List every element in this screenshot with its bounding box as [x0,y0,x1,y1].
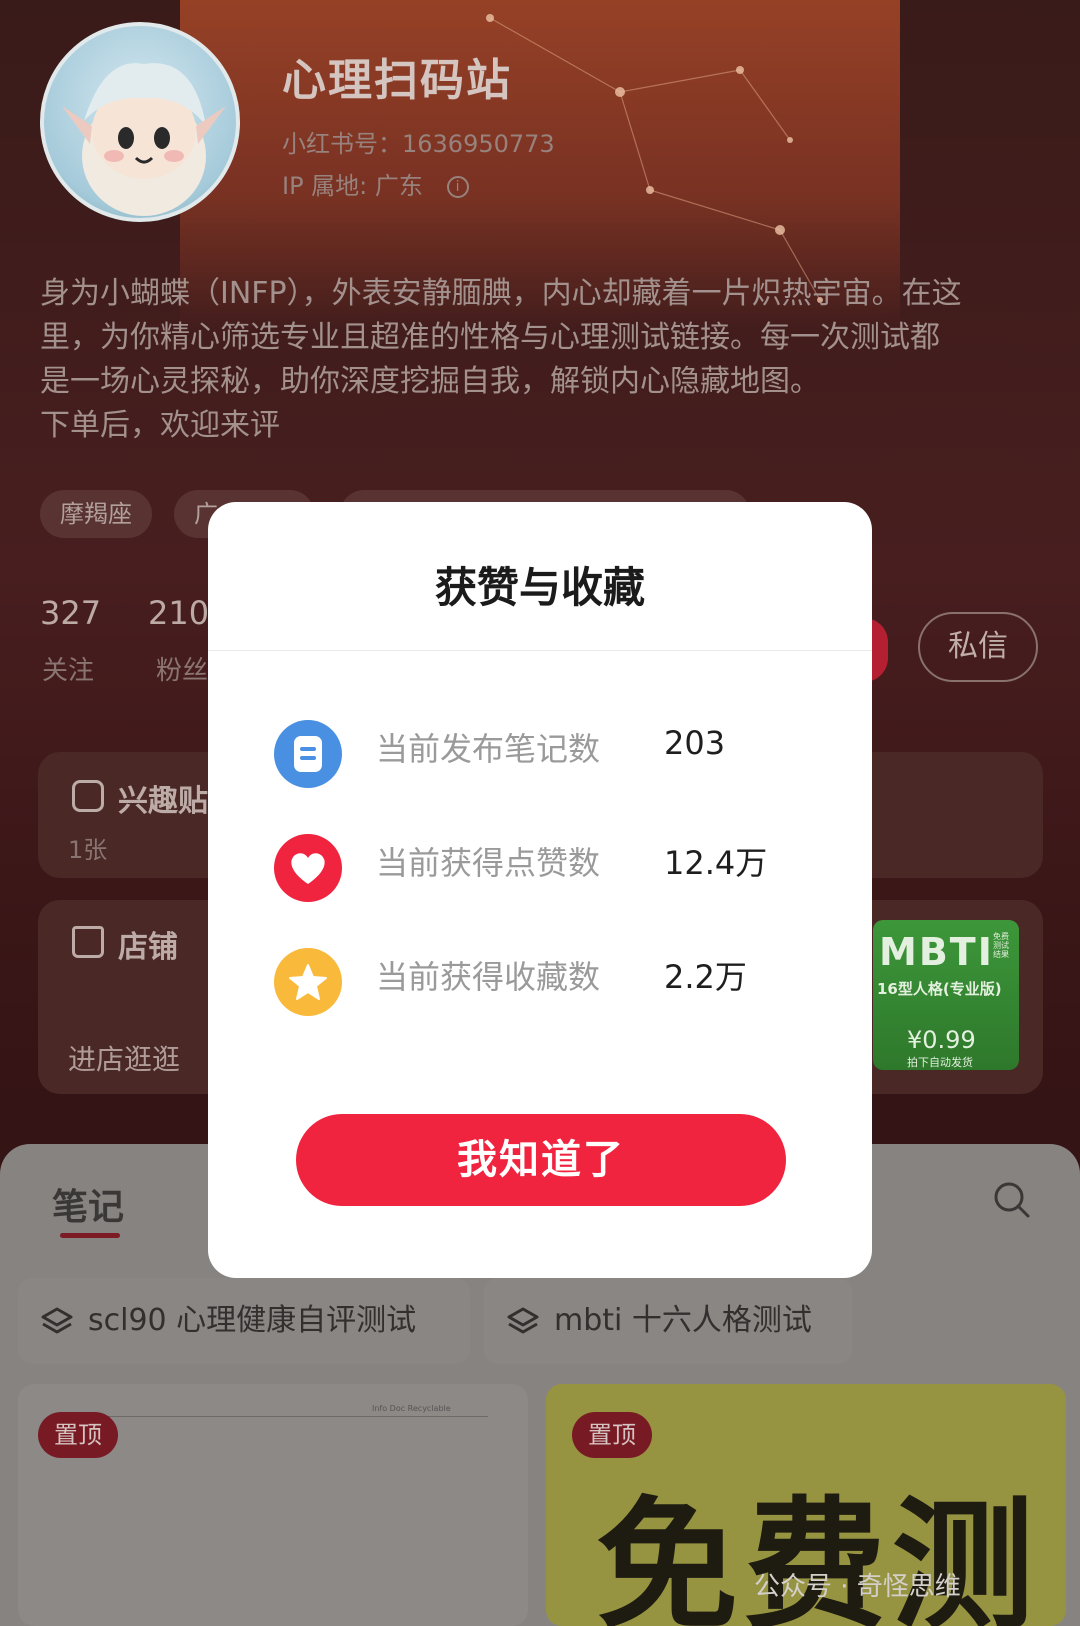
confirm-button[interactable]: 我知道了 [296,1114,786,1206]
profile-page: 心理扫码站 小红书号：1636950773 IP 属地: 广东 i 身为小蝴蝶（… [0,0,1080,1626]
collections-count-value: 2.2万 [664,958,747,996]
dialog-divider [208,650,872,651]
star-icon [274,948,342,1016]
notes-count-value: 203 [664,724,726,762]
collections-count-label: 当前获得收藏数 [376,958,601,996]
dialog-title: 获赞与收藏 [434,563,645,612]
note-icon [274,720,342,788]
likes-count-value: 12.4万 [664,844,768,882]
likes-collections-dialog: 获赞与收藏 当前发布笔记数 203 当前获得点赞数 12.4万 当前获得收藏数 … [208,502,872,1278]
likes-count-label: 当前获得点赞数 [376,844,601,882]
heart-icon [274,834,342,902]
notes-count-label: 当前发布笔记数 [376,730,601,768]
